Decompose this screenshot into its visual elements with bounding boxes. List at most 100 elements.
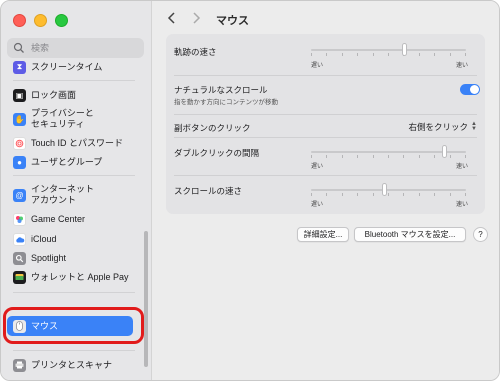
slider-tick: [357, 53, 358, 56]
sidebar-item-users[interactable]: ● ユーザとグループ: [7, 153, 135, 171]
printer-icon: [13, 358, 26, 372]
double-click-speed-label: ダブルクリックの間隔: [174, 148, 260, 158]
slider-tick: [434, 53, 435, 56]
chevron-right-icon[interactable]: [190, 11, 202, 25]
zoom-button[interactable]: [55, 14, 68, 27]
natural-scrolling-description: 指を動かす方向にコンテンツが移動: [174, 99, 278, 106]
spotlight-icon: [13, 251, 26, 265]
tracking-speed-slider[interactable]: [311, 43, 466, 57]
sidebar-scrollbar[interactable]: [144, 231, 148, 367]
at-icon: @: [13, 188, 26, 202]
sidebar-item-game-center[interactable]: Game Center: [7, 210, 135, 228]
slider-tick: [434, 193, 435, 196]
minimize-button[interactable]: [34, 14, 47, 27]
row-divider: [174, 75, 477, 76]
main-pane: マウス 軌跡の速さ 遅い 速い ナチュラルなスクロール 指を動かす方向にコンテン…: [152, 1, 499, 380]
sidebar-item-label: プライバシーと セキュリティ: [31, 108, 94, 129]
sidebar-item-label: iCloud: [31, 233, 57, 244]
slider-knob[interactable]: [402, 43, 407, 56]
up-down-chevron-icon: ▲ ▼: [471, 121, 477, 132]
slider-max-label: 速い: [456, 164, 469, 170]
slider-tick: [326, 155, 327, 158]
scroll-speed-slider[interactable]: [311, 183, 466, 197]
slider-tick: [419, 155, 420, 158]
slider-tick: [326, 53, 327, 56]
slider-tick: [465, 193, 466, 196]
sidebar-item-icloud[interactable]: iCloud: [7, 230, 135, 248]
search-icon: [13, 42, 24, 53]
game-center-icon: [13, 212, 26, 226]
tracking-speed-label: 軌跡の速さ: [174, 47, 217, 57]
natural-scrolling-label: ナチュラルなスクロール: [174, 85, 268, 95]
sidebar-divider: [13, 292, 135, 293]
slider-min-label: 遅い: [311, 164, 324, 170]
sidebar-item-lock-screen[interactable]: ▣ ロック画面: [7, 86, 135, 104]
slider-tick: [403, 155, 404, 158]
double-click-speed-slider[interactable]: [311, 145, 466, 159]
sidebar-item-screen-time[interactable]: ⧗ スクリーンタイム: [7, 58, 135, 76]
slider-tick: [450, 193, 451, 196]
sidebar-item-internet-accounts[interactable]: @ インターネット アカウント: [7, 182, 135, 208]
slider-tick: [465, 53, 466, 56]
slider-tick: [450, 53, 451, 56]
bluetooth-mouse-setup-button[interactable]: Bluetooth マウスを設定...: [354, 227, 466, 242]
secondary-click-value: 右側をクリック: [408, 122, 469, 132]
settings-window: ⧗ スクリーンタイム ▣ ロック画面 ✋ プライバシーと セキュリティ Touc…: [0, 0, 500, 381]
slider-tick: [311, 193, 312, 196]
sidebar-item-label: ウォレットと Apple Pay: [31, 271, 129, 282]
slider-tick: [373, 155, 374, 158]
sidebar-item-privacy[interactable]: ✋ プライバシーと セキュリティ: [7, 106, 135, 132]
page-title: マウス: [216, 15, 249, 27]
slider-tick: [388, 53, 389, 56]
sidebar-divider: [13, 350, 135, 351]
slider-knob[interactable]: [381, 183, 387, 196]
row-divider: [174, 114, 477, 115]
lock-screen-icon: ▣: [13, 88, 26, 102]
slider-max-label: 速い: [456, 63, 469, 69]
window-controls: [13, 14, 68, 27]
slider-tick: [450, 155, 451, 158]
sidebar-item-label: ユーザとグループ: [31, 156, 103, 167]
slider-tick: [465, 155, 466, 158]
scroll-speed-label: スクロールの速さ: [174, 186, 243, 196]
search-field[interactable]: [7, 38, 144, 58]
sidebar-item-touch-id[interactable]: Touch ID とパスワード: [7, 134, 135, 152]
secondary-click-popup[interactable]: 右側をクリック ▲ ▼: [409, 121, 477, 133]
slider-max-label: 速い: [456, 202, 469, 208]
sidebar-item-label: Spotlight: [31, 252, 67, 263]
wallet-icon: [13, 270, 26, 284]
annotation-highlight: [3, 307, 144, 344]
sidebar-item-label: インターネット アカウント: [31, 184, 95, 205]
slider-tick: [357, 193, 358, 196]
sidebar-item-spotlight[interactable]: Spotlight: [7, 249, 135, 267]
slider-tick: [373, 53, 374, 56]
slider-tick: [342, 193, 343, 196]
advanced-button[interactable]: 詳細設定...: [297, 227, 349, 242]
slider-tick: [342, 155, 343, 158]
slider-tick: [326, 193, 327, 196]
slider-tick: [357, 155, 358, 158]
sidebar-item-wallet[interactable]: ウォレットと Apple Pay: [7, 268, 135, 286]
slider-tick: [419, 193, 420, 196]
sidebar-item-label: Touch ID とパスワード: [31, 137, 124, 148]
sidebar-item-printers[interactable]: プリンタとスキャナ: [7, 356, 135, 374]
users-icon: ●: [13, 155, 26, 169]
search-input[interactable]: [29, 42, 133, 54]
row-divider: [174, 175, 477, 176]
slider-tick: [311, 53, 312, 56]
row-divider: [174, 137, 477, 138]
help-button[interactable]: ?: [473, 227, 488, 242]
fingerprint-icon: [13, 136, 26, 150]
slider-tick: [373, 193, 374, 196]
sidebar-item-label: プリンタとスキャナ: [31, 359, 113, 370]
slider-tick: [434, 155, 435, 158]
slider-min-label: 遅い: [311, 63, 324, 69]
sidebar-divider: [13, 80, 135, 81]
slider-min-label: 遅い: [311, 202, 324, 208]
chevron-left-icon[interactable]: [166, 11, 178, 25]
slider-knob[interactable]: [442, 145, 448, 158]
slider-tick: [403, 193, 404, 196]
natural-scrolling-toggle[interactable]: [460, 84, 480, 95]
close-button[interactable]: [13, 14, 26, 27]
slider-tick: [419, 53, 420, 56]
